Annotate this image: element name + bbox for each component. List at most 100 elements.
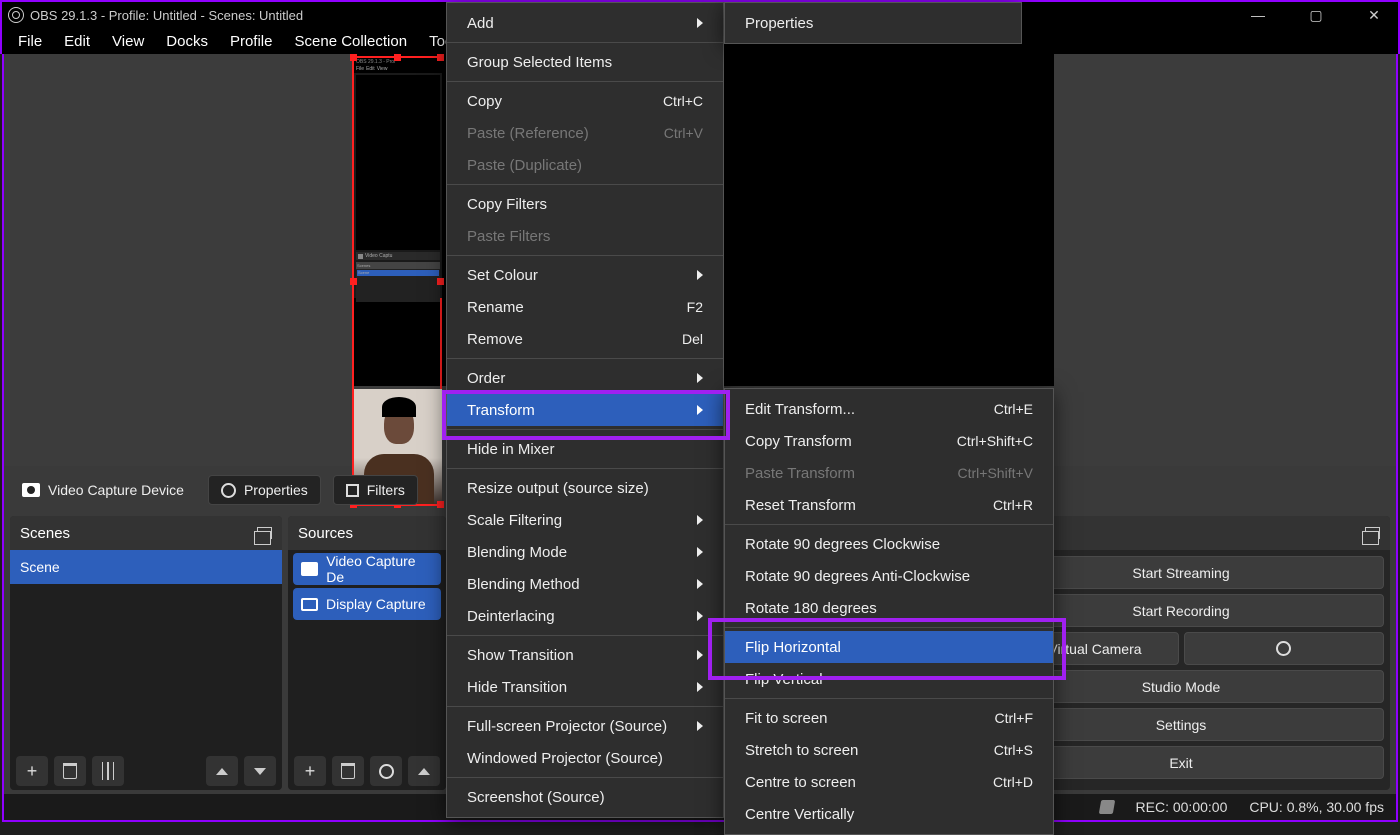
menu-profile[interactable]: Profile [220, 30, 283, 53]
ctx-transform-item[interactable]: Stretch to screenCtrl+S [725, 734, 1053, 766]
ctx-transform-item[interactable]: Rotate 90 degrees Anti-Clockwise [725, 560, 1053, 592]
context-item-label: Paste Filters [467, 228, 550, 245]
ctx-source-item[interactable]: Screenshot (Source) [447, 781, 723, 813]
ctx-transform-item[interactable]: Rotate 90 degrees Clockwise [725, 528, 1053, 560]
gear-icon [379, 764, 394, 779]
window-title: OBS 29.1.3 - Profile: Untitled - Scenes:… [30, 8, 303, 23]
ctx-source-item[interactable]: Set Colour [447, 259, 723, 291]
source-item-video-capture[interactable]: Video Capture De [293, 553, 441, 585]
context-item-label: Rotate 90 degrees Anti-Clockwise [745, 568, 970, 585]
move-source-up-button[interactable] [408, 756, 440, 786]
context-item-label: Scale Filtering [467, 512, 562, 529]
selected-source-label: Video Capture Device [48, 482, 184, 498]
context-item-label: Windowed Projector (Source) [467, 750, 663, 767]
ctx-source-item[interactable]: Blending Method [447, 568, 723, 600]
close-button[interactable]: ✕ [1354, 2, 1394, 28]
context-item-label: Paste (Reference) [467, 125, 589, 142]
selected-source-chip: Video Capture Device [10, 476, 196, 504]
context-separator [447, 81, 723, 82]
menu-edit[interactable]: Edit [54, 30, 100, 53]
resize-handle[interactable] [437, 54, 444, 61]
shortcut-label: Ctrl+Shift+C [957, 433, 1033, 449]
maximize-button[interactable]: ▢ [1296, 2, 1336, 28]
ctx-transform-item[interactable]: Fit to screen Ctrl+F [725, 702, 1053, 734]
popout-icon[interactable] [1365, 527, 1380, 539]
ctx-source-item[interactable]: Transform [447, 394, 723, 426]
context-item-label: Fit to screen [745, 710, 828, 727]
ctx-source-item[interactable]: Order [447, 362, 723, 394]
ctx-source-item[interactable]: Group Selected Items [447, 46, 723, 78]
ctx-source-item[interactable]: RemoveDel [447, 323, 723, 355]
sources-list: Video Capture De Display Capture [288, 550, 446, 752]
shortcut-label: Ctrl+E [994, 401, 1033, 417]
menu-view[interactable]: View [102, 30, 154, 53]
shortcut-label: Ctrl+R [993, 497, 1033, 513]
ctx-source-item[interactable]: Show Transition [447, 639, 723, 671]
context-separator [447, 777, 723, 778]
scene-item[interactable]: Scene [10, 550, 282, 584]
add-source-button[interactable]: + [294, 756, 326, 786]
resize-handle[interactable] [350, 54, 357, 61]
ctx-source-item[interactable]: Resize output (source size) [447, 472, 723, 504]
ctx-prop-item[interactable]: Properties [725, 7, 1021, 39]
move-scene-down-button[interactable] [244, 756, 276, 786]
sources-footer: + [288, 752, 446, 790]
minimize-button[interactable]: — [1238, 2, 1278, 28]
popout-icon[interactable] [257, 527, 272, 539]
filters-button[interactable]: Filters [333, 475, 418, 505]
ctx-transform-item[interactable]: Copy TransformCtrl+Shift+C [725, 425, 1053, 457]
context-separator [447, 255, 723, 256]
ctx-transform-item[interactable]: Reset Transform Ctrl+R [725, 489, 1053, 521]
menu-docks[interactable]: Docks [156, 30, 218, 53]
shortcut-label: Ctrl+F [995, 710, 1034, 726]
resize-handle[interactable] [350, 278, 357, 285]
context-item-label: Screenshot (Source) [467, 789, 605, 806]
ctx-source-item[interactable]: Add [447, 7, 723, 39]
ctx-source-item[interactable]: Copy Filters [447, 188, 723, 220]
ctx-source-item[interactable]: Blending Mode [447, 536, 723, 568]
ctx-source-item[interactable]: Hide in Mixer [447, 433, 723, 465]
ctx-source-item[interactable]: Deinterlacing [447, 600, 723, 632]
ctx-transform-item[interactable]: Flip Horizontal [725, 631, 1053, 663]
ctx-transform-item[interactable]: Flip Vertical [725, 663, 1053, 695]
context-item-label: Transform [467, 402, 535, 419]
context-separator [447, 42, 723, 43]
ctx-source-item[interactable]: CopyCtrl+C [447, 85, 723, 117]
move-scene-up-button[interactable] [206, 756, 238, 786]
source-properties-button[interactable] [370, 756, 402, 786]
context-item-label: Reset Transform [745, 497, 856, 514]
menu-scene-collection[interactable]: Scene Collection [285, 30, 418, 53]
source-item-display-capture[interactable]: Display Capture [293, 588, 441, 620]
context-item-label: Paste (Duplicate) [467, 157, 582, 174]
ctx-source-item[interactable]: Full-screen Projector (Source) [447, 710, 723, 742]
menu-file[interactable]: File [8, 30, 52, 53]
remove-source-button[interactable] [332, 756, 364, 786]
properties-button[interactable]: Properties [208, 475, 321, 505]
context-item-label: Rotate 180 degrees [745, 600, 877, 617]
resize-handle[interactable] [437, 501, 444, 508]
ctx-source-item[interactable]: Windowed Projector (Source) [447, 742, 723, 774]
ctx-source-item[interactable]: Scale Filtering [447, 504, 723, 536]
obs-logo-icon [8, 7, 24, 23]
context-separator [725, 698, 1053, 699]
trash-icon [341, 763, 355, 779]
ctx-transform-item[interactable]: Centre to screenCtrl+D [725, 766, 1053, 798]
resize-handle[interactable] [394, 54, 401, 61]
camera-icon [22, 483, 40, 497]
rec-status: REC: 00:00:00 [1136, 799, 1228, 815]
virtual-camera-settings-button[interactable] [1184, 632, 1385, 665]
scene-filter-button[interactable] [92, 756, 124, 786]
remove-scene-button[interactable] [54, 756, 86, 786]
context-item-label: Hide Transition [467, 679, 567, 696]
ctx-transform-item[interactable]: Rotate 180 degrees [725, 592, 1053, 624]
selected-source-outline[interactable]: OBS 29.1.3 - Prof FileEditView Video Cap… [352, 56, 442, 506]
ctx-transform-item[interactable]: Edit Transform...Ctrl+E [725, 393, 1053, 425]
divider-icon [102, 762, 114, 780]
ctx-transform-item[interactable]: Centre Vertically [725, 798, 1053, 830]
context-separator [725, 524, 1053, 525]
context-menu-source: Add Group Selected Items CopyCtrl+C Paste (… [446, 2, 724, 818]
ctx-source-item[interactable]: Hide Transition [447, 671, 723, 703]
add-scene-button[interactable]: + [16, 756, 48, 786]
resize-handle[interactable] [437, 278, 444, 285]
ctx-source-item[interactable]: RenameF2 [447, 291, 723, 323]
